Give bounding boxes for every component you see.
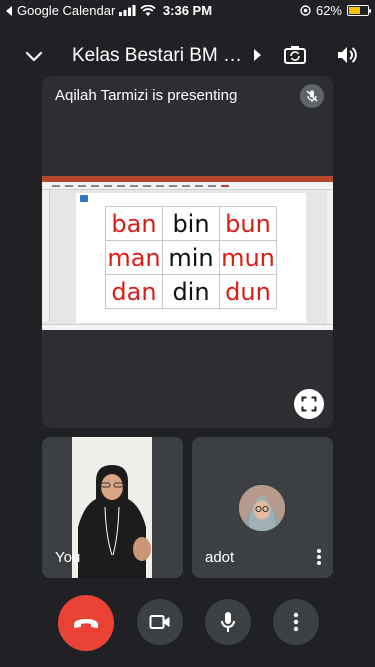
more-options-button[interactable] <box>273 599 319 645</box>
switch-camera-icon[interactable] <box>282 42 308 68</box>
meeting-header: Kelas Bestari BM Hu... <box>0 36 375 76</box>
presenter-label: Aqilah Tarmizi is presenting <box>55 87 238 104</box>
syllable-cell: mun <box>219 240 277 275</box>
syllable-table: ban bin bun man min mun dan din dun <box>105 206 277 309</box>
screen-lock-icon <box>300 5 311 16</box>
chevron-down-icon[interactable] <box>22 44 46 68</box>
syllable-cell: bun <box>219 206 277 241</box>
presentation-tile[interactable]: Aqilah Tarmizi is presenting ban bin bun <box>42 76 333 428</box>
syllable-cell: ban <box>105 206 163 241</box>
battery-icon <box>347 5 371 16</box>
fullscreen-icon[interactable] <box>294 389 324 419</box>
app-status-bar <box>42 324 333 330</box>
participant-name: adot <box>205 549 235 566</box>
battery-percent: 62% <box>315 3 342 18</box>
participant-tile-adot[interactable]: adot <box>192 437 333 578</box>
slide-thumbnails-pane <box>42 190 50 322</box>
end-call-icon <box>74 619 98 628</box>
camera-icon <box>149 615 170 629</box>
self-video <box>72 437 152 578</box>
more-vert-icon[interactable] <box>312 548 326 566</box>
table-row: ban bin bun <box>105 206 277 241</box>
status-bar: Google Calendar 3:36 PM 62% <box>0 0 375 22</box>
syllable-cell: dan <box>105 274 163 309</box>
participant-name: You <box>55 549 81 566</box>
table-row: man min mun <box>105 240 277 275</box>
camera-button[interactable] <box>137 599 183 645</box>
microphone-icon <box>221 612 235 632</box>
mic-off-icon <box>300 84 324 108</box>
syllable-cell: bin <box>162 206 220 241</box>
slide: ban bin bun man min mun dan din dun <box>76 193 306 323</box>
microphone-button[interactable] <box>205 599 251 645</box>
avatar <box>239 485 285 531</box>
table-row: dan din dun <box>105 274 277 309</box>
app-ribbon <box>42 182 333 190</box>
call-controls <box>0 593 375 653</box>
syllable-cell: din <box>162 274 220 309</box>
status-right: 62% <box>300 3 371 18</box>
play-icon[interactable] <box>254 49 261 61</box>
logo-icon <box>80 195 88 202</box>
end-call-button[interactable] <box>58 595 114 651</box>
shared-screen: ban bin bun man min mun dan din dun <box>42 176 333 330</box>
syllable-cell: dun <box>219 274 277 309</box>
person-silhouette <box>72 437 152 578</box>
more-vert-icon <box>293 612 299 632</box>
syllable-cell: man <box>105 240 163 275</box>
scrollbar <box>327 190 333 324</box>
participant-tile-you[interactable]: You <box>42 437 183 578</box>
speaker-icon[interactable] <box>334 42 360 68</box>
meeting-title[interactable]: Kelas Bestari BM Hu... <box>72 45 248 67</box>
syllable-cell: min <box>162 240 220 275</box>
